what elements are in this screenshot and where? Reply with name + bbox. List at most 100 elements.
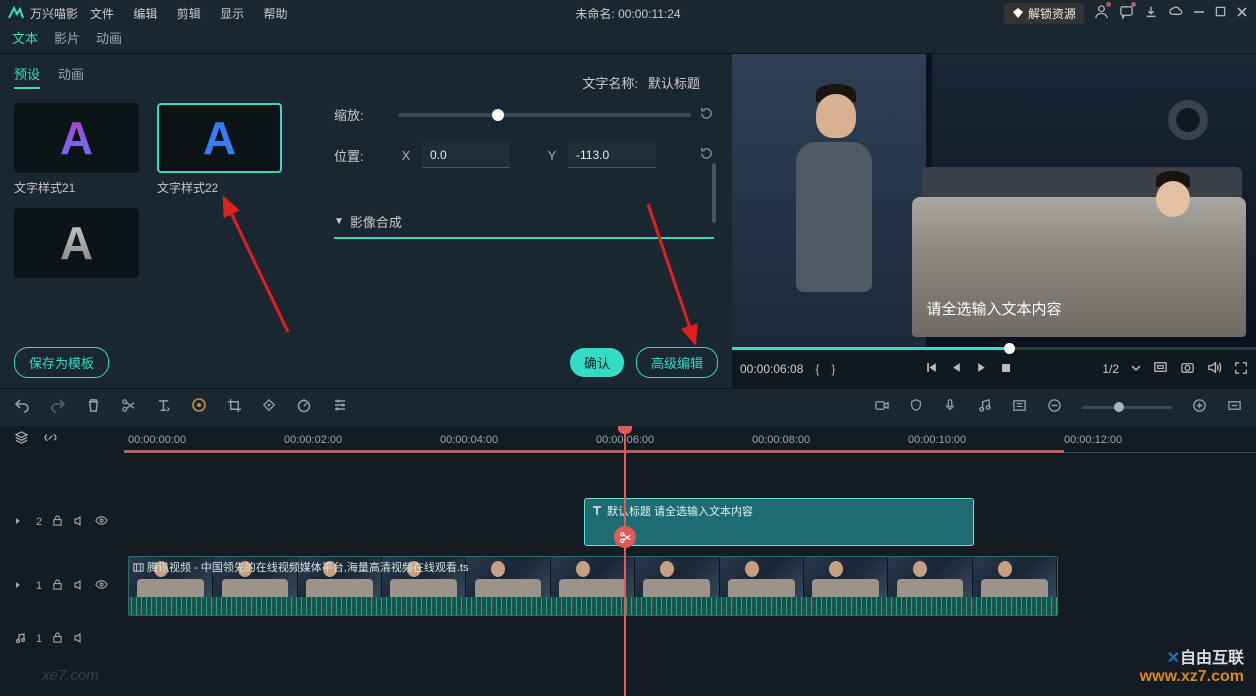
tab-text[interactable]: 文本 — [12, 28, 38, 53]
timeline: 00:00:00:00 00:00:02:00 00:00:04:00 00:0… — [0, 426, 1256, 696]
menu-view[interactable]: 显示 — [220, 7, 244, 21]
adjust-icon[interactable] — [332, 397, 348, 418]
text-icon — [591, 505, 603, 517]
window-maximize-icon[interactable] — [1215, 6, 1226, 20]
confirm-button[interactable]: 确认 — [570, 348, 624, 377]
mute-icon[interactable] — [73, 515, 85, 530]
film-icon — [133, 562, 144, 573]
screen-fit-icon[interactable] — [1153, 360, 1168, 378]
visibility-icon[interactable] — [95, 514, 108, 530]
play-backward-icon[interactable] — [950, 361, 963, 377]
subtab-preset[interactable]: 预设 — [14, 64, 40, 89]
project-title-time: 未命名: 00:00:11:24 — [575, 5, 680, 22]
track-number: 1 — [36, 580, 42, 592]
tab-movie[interactable]: 影片 — [54, 28, 80, 53]
text-name-label: 文字名称: — [582, 73, 638, 92]
timeline-link-icon[interactable] — [43, 430, 58, 450]
preview-video[interactable]: 请全选输入文本内容 — [732, 54, 1256, 347]
lock-icon[interactable] — [52, 515, 63, 529]
video-track: 1 腾讯视频 - 中国领先的在线视频媒体平台,海量高清视频在线观看.ts — [0, 554, 1256, 618]
zoom-slider[interactable] — [1082, 406, 1172, 409]
redo-icon[interactable] — [50, 397, 66, 418]
playhead[interactable] — [624, 426, 626, 696]
advanced-edit-button[interactable]: 高级编辑 — [636, 347, 718, 378]
app-name: 万兴喵影 — [30, 5, 78, 22]
preset-style-23[interactable]: A — [14, 208, 139, 278]
window-minimize-icon[interactable] — [1193, 6, 1205, 21]
prev-frame-icon[interactable] — [925, 361, 938, 377]
scale-slider[interactable] — [398, 113, 691, 117]
text-clip[interactable]: 默认标题 请全选输入文本内容 — [584, 498, 974, 546]
work-area-bar[interactable] — [124, 450, 1064, 453]
download-icon[interactable] — [1144, 5, 1158, 22]
position-x-input[interactable]: 0.0 — [422, 142, 510, 168]
lock-icon[interactable] — [52, 579, 63, 593]
zoom-fit-icon[interactable] — [1227, 398, 1242, 418]
account-icon[interactable] — [1094, 4, 1109, 22]
brace-right-icon[interactable]: } — [831, 362, 835, 376]
preview-panel: 请全选输入文本内容 00:00:06:08 { } 1/2 — [732, 54, 1256, 388]
zoom-in-icon[interactable] — [1192, 398, 1207, 418]
compositing-section[interactable]: ▼ 影像合成 — [334, 212, 714, 231]
timeline-layers-icon[interactable] — [14, 430, 29, 450]
preview-time: 00:00:06:08 — [740, 362, 803, 376]
video-clip[interactable]: 腾讯视频 - 中国领先的在线视频媒体平台,海量高清视频在线观看.ts — [128, 556, 1058, 616]
scale-label: 缩放: — [334, 105, 390, 124]
editor-top-tabs: 文本 影片 动画 — [0, 26, 1256, 54]
timeline-toolbar — [0, 388, 1256, 426]
audio-track: 1 — [0, 618, 1256, 660]
visibility-icon[interactable] — [95, 578, 108, 594]
chevron-down-icon: ▼ — [334, 216, 344, 227]
crop-icon[interactable] — [227, 398, 242, 418]
preset-style-22[interactable]: A 文字样式22 — [157, 103, 282, 196]
play-icon[interactable] — [975, 361, 988, 377]
subtab-anim[interactable]: 动画 — [58, 64, 84, 89]
snapshot-icon[interactable] — [1180, 360, 1195, 378]
zoom-out-icon[interactable] — [1047, 398, 1062, 418]
preview-subtitle: 请全选输入文本内容 — [926, 298, 1061, 319]
mic-icon[interactable] — [943, 398, 957, 417]
fullscreen-icon[interactable] — [1234, 361, 1248, 378]
motion-icon[interactable] — [191, 397, 207, 418]
x-label: X — [398, 148, 414, 163]
undo-icon[interactable] — [14, 397, 30, 418]
message-icon[interactable] — [1119, 4, 1134, 22]
mute-icon[interactable] — [73, 632, 85, 647]
stop-icon[interactable] — [1000, 362, 1012, 377]
lock-icon[interactable] — [52, 632, 63, 646]
record-icon[interactable] — [874, 398, 889, 418]
text-style-presets: A 文字样式21 A 文字样式22 A — [14, 103, 308, 339]
menu-file[interactable]: 文件 — [90, 7, 114, 21]
unlock-resources-button[interactable]: 解锁资源 — [1004, 3, 1084, 24]
app-logo — [8, 5, 24, 21]
menu-help[interactable]: 帮助 — [263, 7, 287, 21]
menu-edit[interactable]: 编辑 — [133, 7, 157, 21]
save-as-template-button[interactable]: 保存为模板 — [14, 347, 109, 378]
watermark-faint: xe7.com — [42, 667, 99, 684]
position-y-input[interactable]: -113.0 — [568, 142, 656, 168]
reset-scale-icon[interactable] — [699, 106, 714, 124]
window-close-icon[interactable] — [1236, 6, 1248, 21]
marker-list-icon[interactable] — [1012, 398, 1027, 418]
keyframe-icon[interactable] — [262, 398, 276, 417]
delete-icon[interactable] — [86, 398, 101, 418]
brace-left-icon[interactable]: { — [815, 362, 819, 376]
cloud-icon[interactable] — [1168, 4, 1183, 22]
fraction-dropdown-icon[interactable] — [1131, 362, 1141, 376]
music-icon[interactable] — [977, 398, 992, 418]
tab-animation[interactable]: 动画 — [96, 28, 122, 53]
preset-style-21[interactable]: A 文字样式21 — [14, 103, 139, 196]
preview-fraction: 1/2 — [1102, 362, 1119, 376]
split-icon[interactable] — [614, 526, 636, 548]
speed-icon[interactable] — [296, 397, 312, 418]
text-tool-icon[interactable] — [156, 398, 171, 418]
preview-progress[interactable] — [732, 347, 1256, 350]
reset-position-icon[interactable] — [699, 146, 714, 164]
scissors-icon[interactable] — [121, 398, 136, 418]
volume-icon[interactable] — [1207, 360, 1222, 378]
mute-icon[interactable] — [73, 579, 85, 594]
shield-icon[interactable] — [909, 398, 923, 417]
menu-clip[interactable]: 剪辑 — [177, 7, 201, 21]
props-scrollbar[interactable] — [712, 163, 716, 353]
y-label: Y — [544, 148, 560, 163]
